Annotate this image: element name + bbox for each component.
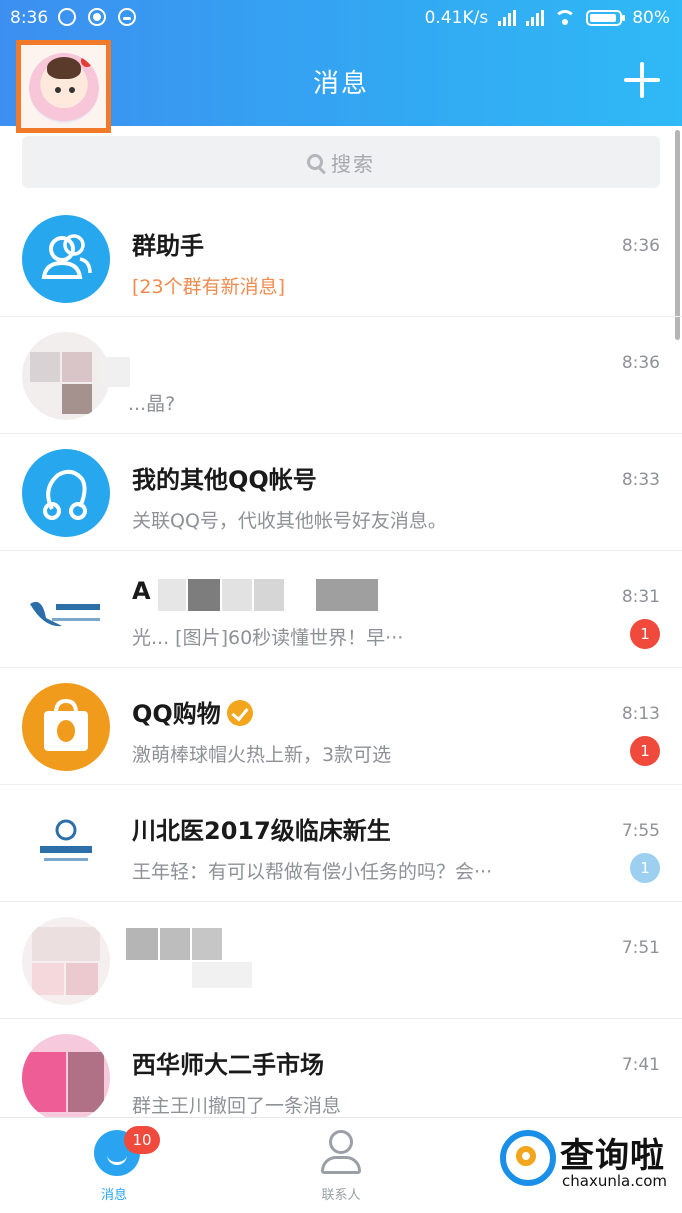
conversation-time: 7:55	[621, 821, 660, 841]
tab-messages[interactable]: 10 消息	[54, 1118, 174, 1213]
watermark-subtitle: chaxunla.com	[562, 1172, 667, 1190]
conversation-row[interactable]: 我的其他QQ帐号 关联QQ号，代收其他帐号好友消息。 8:33	[0, 434, 682, 551]
conversation-name-text: QQ购物	[132, 700, 221, 728]
conversation-name: A	[132, 577, 151, 605]
contacts-icon	[319, 1130, 363, 1176]
conversation-message: 王年轻：有可以帮做有偿小任务的吗？会···	[132, 861, 493, 883]
pixelated-block	[32, 927, 100, 961]
battery-icon	[586, 10, 626, 26]
network-speed: 0.41K/s	[424, 8, 489, 28]
signal-icon	[498, 10, 517, 26]
tab-label: 消息	[100, 1188, 127, 1203]
conversation-message: 群主王川撤回了一条消息	[132, 1095, 342, 1117]
group-avatar	[22, 1034, 110, 1122]
app-notification-icon	[88, 8, 106, 26]
conversation-message: 激萌棒球帽火热上新，3款可选	[132, 744, 392, 766]
tab-contacts[interactable]: 联系人	[281, 1118, 401, 1213]
conversation-message: ...晶?	[128, 393, 176, 415]
conversation-name: 川北医2017级临床新生	[132, 817, 391, 845]
conversation-row[interactable]: A 光... [图片]60秒读懂世界！早··· 8:31 1	[0, 551, 682, 668]
pixelated-block	[222, 579, 252, 611]
search-icon	[307, 154, 323, 170]
conversation-row[interactable]: 群助手 [23个群有新消息] 8:36	[0, 200, 682, 317]
signal-icon	[526, 10, 545, 26]
status-right: 0.41K/s 80%	[425, 8, 670, 28]
news-account-logo	[22, 566, 110, 654]
linked-accounts-icon	[22, 449, 110, 537]
notification-icons	[58, 8, 136, 26]
pixelated-block	[30, 352, 60, 382]
pixelated-block	[126, 928, 158, 960]
pixelated-block	[158, 579, 186, 611]
unread-badge: 1	[630, 853, 660, 883]
avatar	[22, 332, 110, 420]
pixelated-block	[66, 963, 98, 995]
search-bar[interactable]: 搜索	[22, 136, 660, 188]
conversation-row[interactable]: 川北医2017级临床新生 王年轻：有可以帮做有偿小任务的吗？会··· 7:55 …	[0, 785, 682, 902]
conversation-row[interactable]: ...晶? 8:36	[0, 317, 682, 434]
avatar	[22, 917, 110, 1005]
tab-label: 联系人	[321, 1188, 361, 1203]
conversation-name: 我的其他QQ帐号	[132, 466, 317, 494]
conversation-row[interactable]: 7:51	[0, 902, 682, 1019]
add-button[interactable]	[622, 60, 662, 100]
pixelated-block	[254, 579, 284, 611]
conversation-name: 西华师大二手市场	[132, 1051, 324, 1079]
pixelated-block	[192, 962, 252, 988]
app-notification-icon	[58, 8, 76, 26]
conversation-time: 7:51	[621, 938, 660, 958]
pixelated-block	[32, 963, 64, 995]
qq-shopping-icon	[22, 683, 110, 771]
status-bar: 8:36 0.41K/s 80%	[0, 0, 682, 36]
pixelated-block	[316, 579, 378, 611]
pixelated-block	[22, 1052, 66, 1112]
wifi-icon	[554, 10, 577, 26]
watermark-logo	[500, 1130, 556, 1186]
status-time: 8:36	[10, 8, 49, 28]
conversation-time: 7:41	[621, 1055, 660, 1075]
conversation-message: [23个群有新消息]	[132, 276, 286, 298]
watermark: 查询啦 chaxunla.com	[500, 1126, 670, 1198]
conversation-time: 8:36	[621, 353, 660, 373]
search-placeholder: 搜索	[331, 151, 375, 176]
group-logo	[22, 800, 110, 888]
verified-icon	[226, 700, 253, 726]
pixelated-block	[160, 928, 190, 960]
conversation-row[interactable]: QQ购物 激萌棒球帽火热上新，3款可选 8:13 1	[0, 668, 682, 785]
unread-badge: 1	[630, 619, 660, 649]
conversation-message: 光... [图片]60秒读懂世界！早···	[132, 627, 404, 649]
unread-badge: 1	[630, 736, 660, 766]
pixelated-block	[188, 579, 220, 611]
pixelated-block	[62, 384, 92, 414]
app-header: 8:36 0.41K/s 80% 消息	[0, 0, 682, 133]
conversation-name: 群助手	[132, 232, 204, 260]
page-title: 消息	[312, 69, 369, 99]
pixelated-block	[192, 928, 222, 960]
battery-level	[590, 14, 616, 22]
conversation-time: 8:13	[621, 704, 660, 724]
pixelated-block	[100, 357, 130, 387]
pixelated-block	[68, 1052, 104, 1112]
conversation-time: 8:36	[621, 236, 660, 256]
conversation-time: 8:33	[621, 470, 660, 490]
pixelated-block	[62, 352, 92, 382]
app-notification-icon	[118, 8, 136, 26]
conversation-time: 8:31	[621, 587, 660, 607]
conversation-message: 关联QQ号，代收其他帐号好友消息。	[132, 510, 447, 532]
conversation-name: QQ购物	[132, 694, 253, 729]
watermark-title: 查询啦	[560, 1136, 665, 1176]
tab-badge: 10	[124, 1126, 160, 1154]
battery-percent: 80%	[632, 8, 670, 28]
group-helper-icon	[22, 215, 110, 303]
